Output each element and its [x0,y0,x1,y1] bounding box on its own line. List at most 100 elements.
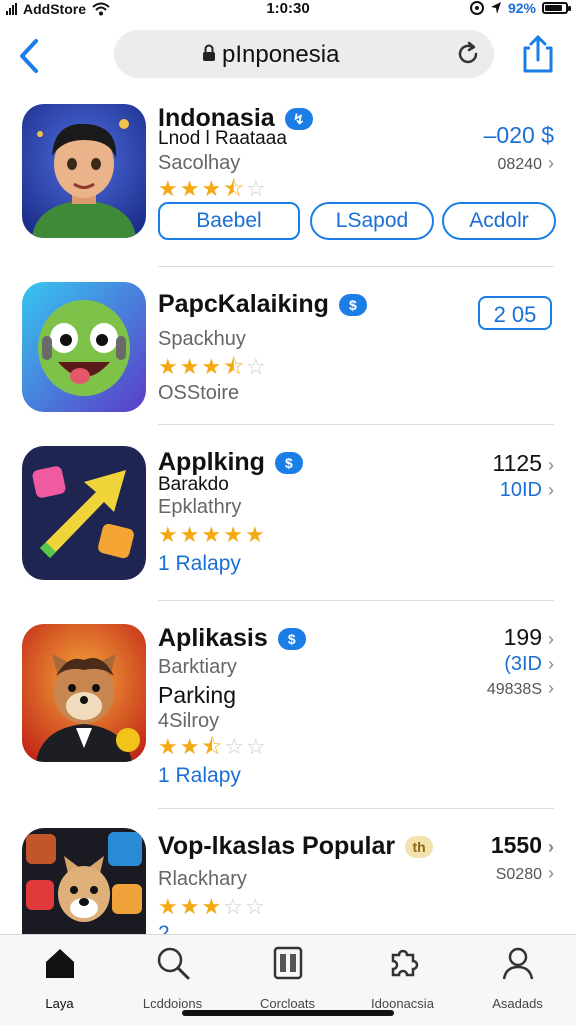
tab-home[interactable]: Laya [2,945,117,1011]
star-icon: ★ [201,354,222,379]
tab-search[interactable]: Lcddoions [115,945,230,1011]
price-text: 1125 [492,450,542,476]
app-price[interactable]: 1125 › [493,450,554,477]
star-icon: ★ [158,894,178,919]
app-title[interactable]: Applking $ [158,448,303,477]
star-icon: ★ [158,522,178,547]
tab-label: Asadads [492,996,543,1011]
meta-text: 10ID [499,479,542,501]
app-title[interactable]: Aplikasis $ [158,624,306,653]
app-price-block: 1550 › S0280 › [491,832,554,884]
chevron-right-icon: › [548,629,554,649]
price-text: 199 [503,624,542,650]
app-price[interactable]: –020 $ [484,122,554,149]
person-icon [502,947,533,980]
row-divider [158,266,554,267]
avatar-boy-illustration [22,104,146,238]
app-title-text: Aplikasis [158,624,268,652]
app-category: Rlackhary [158,868,247,890]
battery-percent: 92% [507,0,536,16]
app-icon-5[interactable] [22,828,146,934]
app-price[interactable]: 1550 › [491,832,554,859]
home-indicator[interactable] [182,1010,394,1016]
app-title-text: PapcKalaiking [158,290,329,318]
app-more: 2 [158,922,170,934]
star-icon: ★ [201,894,222,919]
tab-label: Idoonacsia [371,996,434,1011]
action-button-1[interactable]: Baebel [158,202,300,240]
app-developer: Barakdo [158,474,229,495]
star-icon: ☆ [246,354,266,379]
puzzle-icon [391,949,418,977]
row-divider [158,424,554,425]
app-price-block: 1125 › 10ID › [493,450,554,502]
star-icon: ★ [179,354,200,379]
app-title[interactable]: PapcKalaiking $ [158,290,367,319]
status-right: 92% [469,0,571,16]
app-icon-2[interactable] [22,282,146,412]
star-icon: ★ [201,176,222,201]
price-text: 1550 [490,832,542,858]
tab-region[interactable]: Idoonacsia [345,945,460,1011]
address-bar[interactable]: pInponesia [114,30,494,78]
star-icon: ★ [158,354,178,379]
tab-label: Laya [45,996,74,1011]
action-button-2[interactable]: LSapod [310,202,434,240]
tab-library[interactable]: Corcloats [230,945,345,1011]
app-price-block: –020 $ 08240 › [484,122,554,174]
app-icon-4[interactable] [22,624,146,762]
app-link[interactable]: 1 Ralapy [158,552,241,576]
arrow-blocks-illustration [22,446,146,580]
battery-icon [542,2,571,14]
location-icon [469,1,484,15]
tab-account[interactable]: Asadads [460,945,575,1011]
search-icon [157,947,189,980]
app-icon-1[interactable] [22,104,146,238]
meta-text: S0280 [495,866,542,883]
app-category: Epklathry [158,496,242,518]
action-button-3[interactable]: Acdolr [442,202,556,240]
app-highlight: Parking [158,682,236,708]
star-icon: ☆ [246,734,266,759]
app-price-block: 199 › (3ID › 49838S › [487,624,554,699]
lock-icon [203,44,215,61]
status-bar: AddStore 1:0:30 92% [0,0,576,20]
fox-character-illustration [22,624,146,762]
star-icon: ☆ [244,894,265,919]
star-icon: ★ [179,522,200,547]
chevron-right-icon: › [548,678,554,698]
chevron-right-icon: › [548,480,554,500]
chevron-right-icon: › [548,153,554,173]
battery-fill [545,5,562,11]
star-icon: ★ [179,176,200,201]
meta-text: (3ID [504,653,542,675]
price-button[interactable]: 2 05 [478,296,552,330]
row-divider [158,600,554,601]
share-icon[interactable] [520,34,556,74]
verified-badge: $ [274,451,303,474]
app-price[interactable]: 199 › [487,624,554,651]
row-divider [158,808,554,809]
star-icon: ★ [179,894,200,919]
verified-badge: ↯ [284,107,313,130]
app-category: Spackhuy [158,328,246,350]
app-extra: 4Silroy [158,710,220,732]
rating-stars: ★ ★ ★ ⯪ ☆ [158,178,266,200]
star-icon: ★ [179,734,200,759]
back-chevron-icon[interactable] [14,38,44,74]
meta-text: 49838S [486,681,542,698]
star-icon: ★ [158,734,178,759]
book-icon [273,946,302,980]
app-link[interactable]: 1 Ralapy [158,764,241,788]
meta-text: 08240 [497,156,543,173]
price-text: –020 $ [483,122,554,148]
app-extra: OSStoire [158,382,240,404]
star-icon: ⯪ [223,354,245,379]
monster-face-illustration [22,282,146,412]
app-title-text: Applking [158,448,265,476]
reload-icon[interactable] [454,40,482,68]
app-icon-3[interactable] [22,446,146,580]
star-icon: ☆ [246,176,266,201]
app-title[interactable]: Vop-lkaslas Popular th [158,832,434,861]
tab-label: Corcloats [260,996,315,1011]
